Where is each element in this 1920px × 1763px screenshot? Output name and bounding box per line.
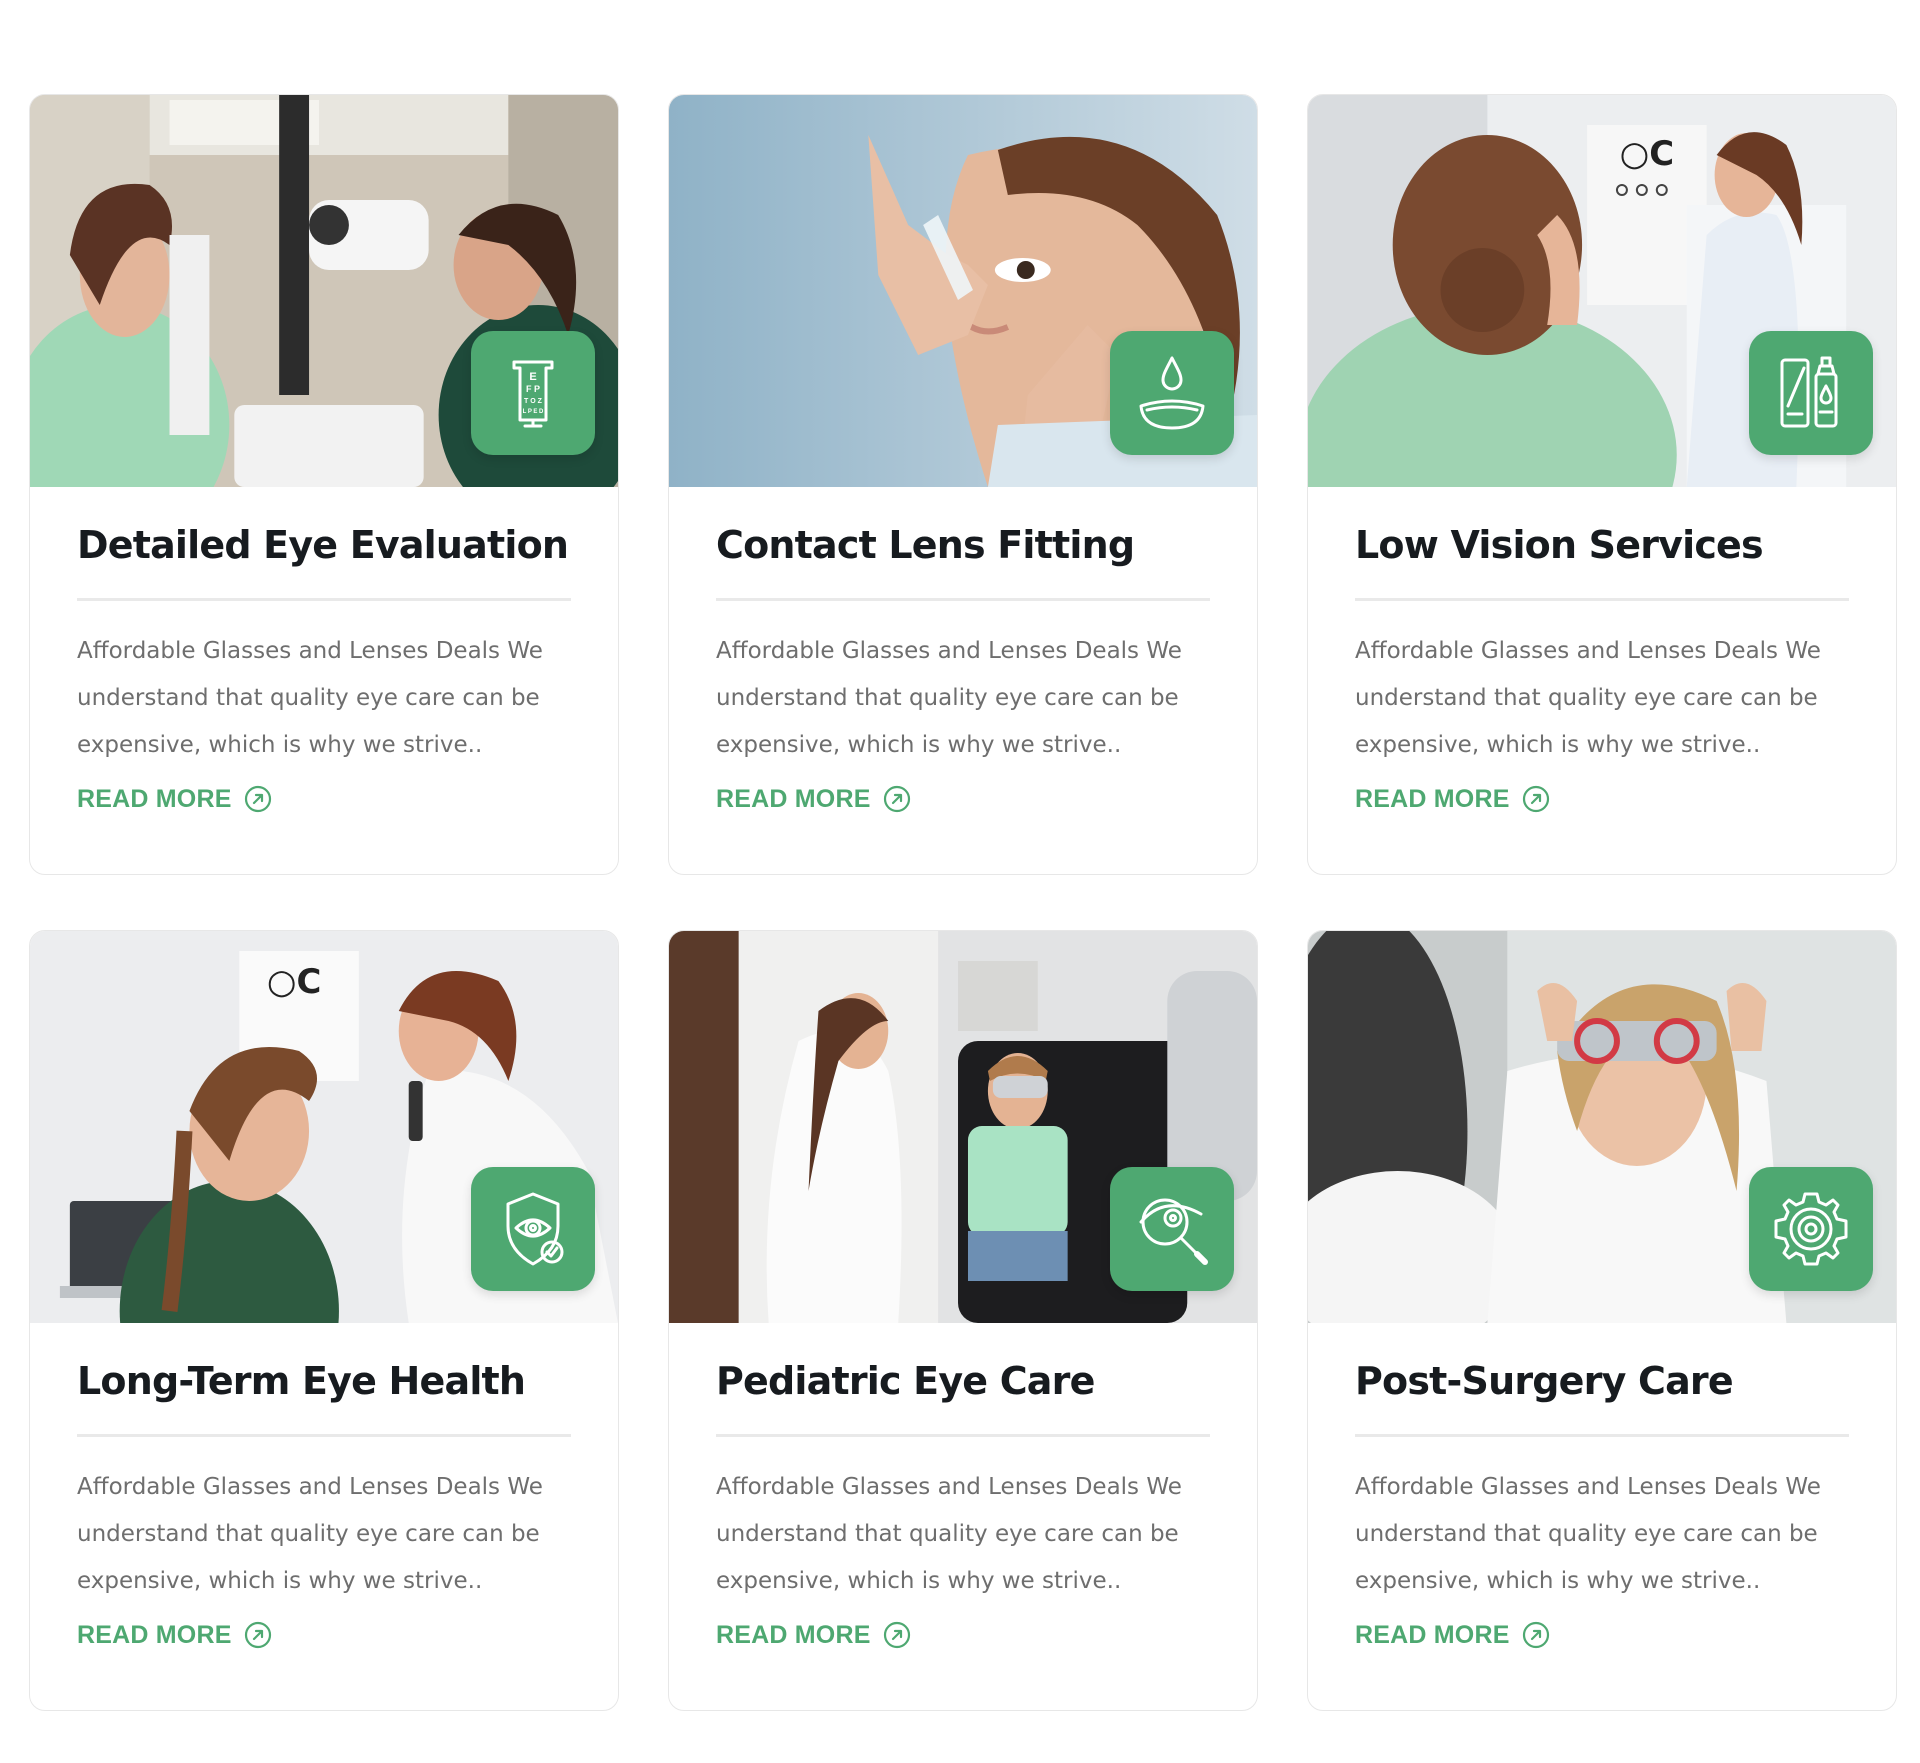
read-more-label: READ MORE bbox=[77, 1620, 232, 1649]
eye-drops-photo bbox=[669, 95, 1257, 487]
divider bbox=[716, 1434, 1210, 1437]
service-card: E F P T O Z L P E D Detailed Eye Evaluat… bbox=[29, 94, 619, 875]
card-description: Affordable Glasses and Lenses Deals We u… bbox=[1355, 638, 1821, 758]
card-title: Long-Term Eye Health bbox=[77, 1359, 526, 1403]
svg-text:○C: ○C bbox=[1620, 134, 1674, 174]
card-title: Post-Surgery Care bbox=[1355, 1359, 1734, 1403]
card-description: Affordable Glasses and Lenses Deals We u… bbox=[77, 1474, 543, 1594]
magnifier-eye-icon bbox=[1110, 1167, 1234, 1291]
gear-eye-icon bbox=[1749, 1167, 1873, 1291]
read-more-label: READ MORE bbox=[1355, 784, 1510, 813]
card-description: Affordable Glasses and Lenses Deals We u… bbox=[716, 1474, 1182, 1594]
eye-exam-slit-lamp-photo: E F P T O Z L P E D bbox=[30, 95, 618, 487]
arrow-up-right-circle-icon bbox=[883, 785, 910, 813]
divider bbox=[1355, 1434, 1849, 1437]
arrow-up-right-circle-icon bbox=[883, 1621, 910, 1649]
divider bbox=[77, 1434, 571, 1437]
chart-letters-row-4: L P E D bbox=[523, 409, 544, 415]
read-more-link[interactable]: READ MORE bbox=[1355, 779, 1550, 819]
arrow-up-right-circle-icon bbox=[244, 785, 271, 813]
eye-chart-icon: E F P T O Z L P E D bbox=[471, 331, 595, 455]
read-more-link[interactable]: READ MORE bbox=[716, 779, 911, 819]
chart-letters-row-3: T O Z bbox=[524, 398, 543, 405]
read-more-link[interactable]: READ MORE bbox=[1355, 1615, 1550, 1655]
read-more-link[interactable]: READ MORE bbox=[77, 779, 272, 819]
read-more-link[interactable]: READ MORE bbox=[716, 1615, 911, 1655]
chart-letters-row-2: F P bbox=[526, 384, 540, 394]
arrow-up-right-circle-icon bbox=[244, 1621, 271, 1649]
service-card: ○C bbox=[1307, 94, 1897, 875]
arrow-up-right-circle-icon bbox=[1522, 785, 1549, 813]
vision-chart-test-photo: ○C bbox=[1308, 95, 1896, 487]
card-title: Low Vision Services bbox=[1355, 523, 1764, 567]
divider bbox=[716, 598, 1210, 601]
trial-frame-photo bbox=[1308, 931, 1896, 1323]
read-more-label: READ MORE bbox=[1355, 1620, 1510, 1649]
eye-shield-check-icon bbox=[471, 1167, 595, 1291]
eye-drops-bottle-icon bbox=[1749, 331, 1873, 455]
service-card: Post-Surgery Care Affordable Glasses and… bbox=[1307, 930, 1897, 1711]
pediatric-exam-chair-photo bbox=[669, 931, 1257, 1323]
contact-lens-drop-icon bbox=[1110, 331, 1234, 455]
service-card: Contact Lens Fitting Affordable Glasses … bbox=[668, 94, 1258, 875]
chart-letters-row-1: E bbox=[529, 371, 536, 383]
service-card: Pediatric Eye Care Affordable Glasses an… bbox=[668, 930, 1258, 1711]
card-title: Pediatric Eye Care bbox=[716, 1359, 1095, 1403]
card-title: Contact Lens Fitting bbox=[716, 523, 1135, 567]
svg-text:○C: ○C bbox=[267, 962, 321, 1002]
card-description: Affordable Glasses and Lenses Deals We u… bbox=[716, 638, 1182, 758]
divider bbox=[1355, 598, 1849, 601]
card-description: Affordable Glasses and Lenses Deals We u… bbox=[77, 638, 543, 758]
services-grid: E F P T O Z L P E D Detailed Eye Evaluat… bbox=[29, 94, 1897, 1711]
arrow-up-right-circle-icon bbox=[1522, 1621, 1549, 1649]
read-more-label: READ MORE bbox=[716, 1620, 871, 1649]
card-title: Detailed Eye Evaluation bbox=[77, 523, 569, 567]
read-more-label: READ MORE bbox=[716, 784, 871, 813]
read-more-link[interactable]: READ MORE bbox=[77, 1615, 272, 1655]
card-description: Affordable Glasses and Lenses Deals We u… bbox=[1355, 1474, 1821, 1594]
service-card: ○C bbox=[29, 930, 619, 1711]
child-eye-exam-photo: ○C bbox=[30, 931, 618, 1323]
divider bbox=[77, 598, 571, 601]
read-more-label: READ MORE bbox=[77, 784, 232, 813]
